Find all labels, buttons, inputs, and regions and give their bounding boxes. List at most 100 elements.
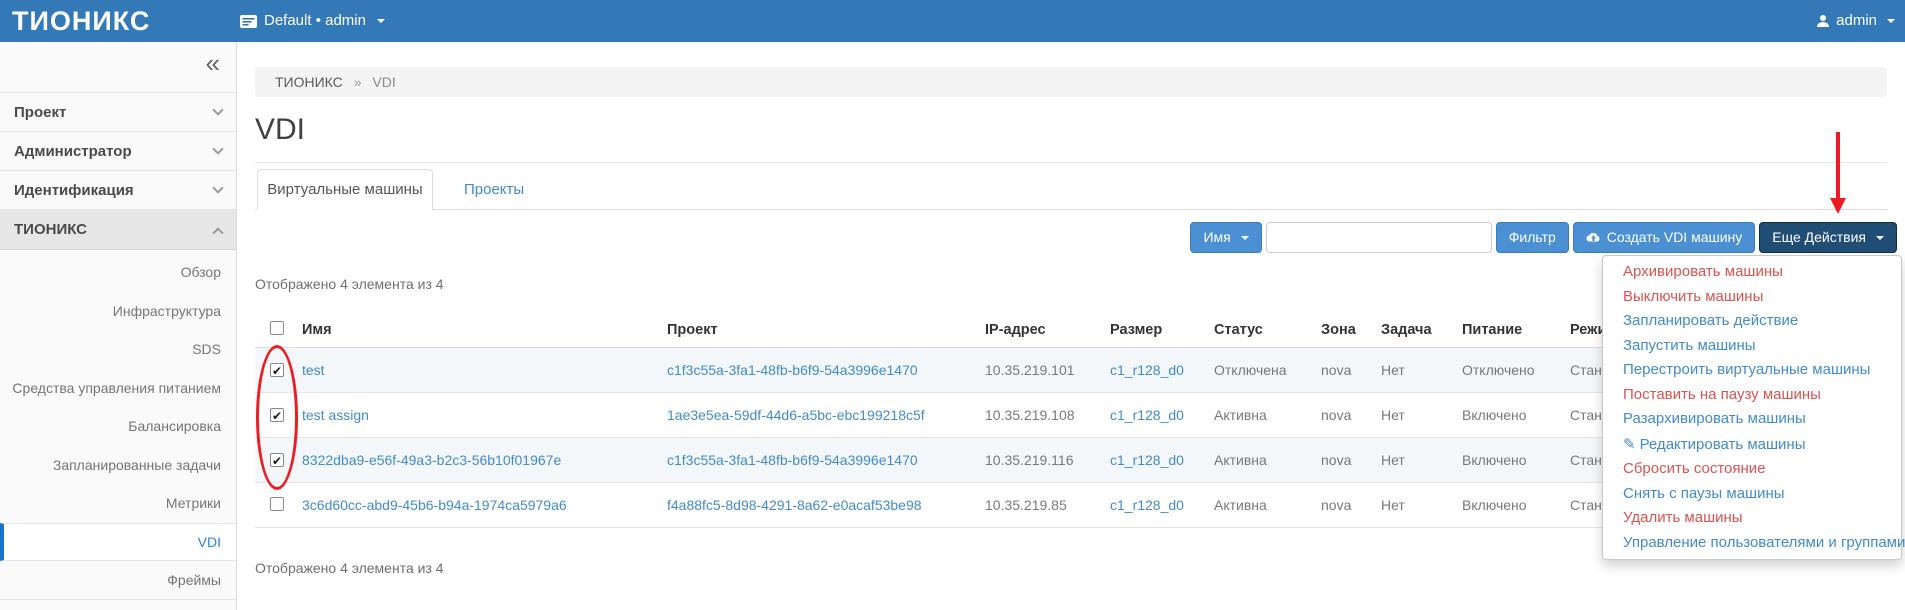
sidebar-item-power-management[interactable]: Средства управления питанием bbox=[0, 369, 236, 408]
sidebar-section-tionix[interactable]: ТИОНИКС bbox=[0, 210, 236, 250]
menu-item-archive[interactable]: Архивировать машины bbox=[1603, 260, 1901, 285]
filter-field-label: Имя bbox=[1203, 223, 1230, 252]
annotation-red-arrow bbox=[1836, 132, 1840, 200]
cloud-upload-icon bbox=[1586, 230, 1601, 245]
chevron-down-icon bbox=[1241, 236, 1249, 240]
vm-zone: nova bbox=[1314, 348, 1374, 393]
project-switcher[interactable]: Default • admin bbox=[240, 0, 385, 42]
user-icon bbox=[1816, 14, 1830, 28]
top-header: ТИОНИКС Default • admin admin bbox=[0, 0, 1905, 42]
row-checkbox[interactable] bbox=[270, 453, 284, 467]
create-vdi-button[interactable]: Создать VDI машину bbox=[1573, 222, 1756, 253]
collapse-sidebar-icon[interactable]: « bbox=[206, 48, 220, 78]
flavor-link[interactable]: c1_r128_d0 bbox=[1110, 407, 1184, 423]
page-title: VDI bbox=[255, 114, 305, 146]
vm-status: Отключена bbox=[1207, 348, 1314, 393]
menu-item-power-off[interactable]: Выключить машины bbox=[1603, 285, 1901, 310]
vm-task: Нет bbox=[1374, 438, 1455, 483]
sidebar-section-project[interactable]: Проект bbox=[0, 93, 236, 132]
create-vdi-label: Создать VDI машину bbox=[1607, 223, 1743, 252]
sidebar-section-label: Администратор bbox=[14, 143, 132, 160]
vm-status: Активна bbox=[1207, 393, 1314, 438]
project-card-icon bbox=[240, 15, 257, 28]
menu-item-schedule-action[interactable]: Запланировать действие bbox=[1603, 309, 1901, 334]
sidebar: « Проект Администратор Идентификация ТИО… bbox=[0, 42, 237, 610]
table-summary-top: Отображено 4 элемента из 4 bbox=[255, 276, 444, 292]
column-header-ip[interactable]: IP-адрес bbox=[978, 313, 1103, 348]
user-menu-label: admin bbox=[1836, 0, 1877, 42]
row-checkbox[interactable] bbox=[270, 497, 284, 511]
app-logo[interactable]: ТИОНИКС bbox=[12, 0, 150, 42]
flavor-link[interactable]: c1_r128_d0 bbox=[1110, 452, 1184, 468]
project-link[interactable]: c1f3c55a-3fa1-48fb-b6f9-54a3996e1470 bbox=[667, 362, 918, 378]
vm-name-link[interactable]: 3c6d60cc-abd9-45b6-b94a-1974ca5979a6 bbox=[302, 497, 567, 513]
filter-field-dropdown[interactable]: Имя bbox=[1190, 222, 1261, 253]
sidebar-item-metrics[interactable]: Метрики bbox=[0, 484, 236, 523]
sidebar-item-balancing[interactable]: Балансировка bbox=[0, 407, 236, 446]
vm-name-link[interactable]: test bbox=[302, 362, 325, 378]
menu-item-manage-users-groups[interactable]: Управление пользователями и группами bbox=[1603, 531, 1901, 556]
sidebar-collapse-row: « bbox=[0, 42, 236, 93]
vm-task: Нет bbox=[1374, 348, 1455, 393]
filter-button[interactable]: Фильтр bbox=[1496, 222, 1569, 253]
vm-zone: nova bbox=[1314, 393, 1374, 438]
more-actions-label: Еще Действия bbox=[1772, 223, 1866, 252]
vm-name-link[interactable]: test assign bbox=[302, 407, 369, 423]
vm-zone: nova bbox=[1314, 438, 1374, 483]
menu-item-delete[interactable]: Удалить машины bbox=[1603, 506, 1901, 531]
user-menu[interactable]: admin bbox=[1816, 0, 1895, 42]
menu-item-edit[interactable]: ✎Редактировать машины bbox=[1603, 432, 1901, 458]
vm-ip: 10.35.219.108 bbox=[978, 393, 1103, 438]
chevron-down-icon bbox=[1876, 236, 1884, 240]
more-actions-menu: Архивировать машины Выключить машины Зап… bbox=[1602, 255, 1902, 560]
row-checkbox[interactable] bbox=[270, 408, 284, 422]
menu-item-edit-label: Редактировать машины bbox=[1640, 436, 1806, 453]
menu-item-pause[interactable]: Поставить на паузу машины bbox=[1603, 383, 1901, 408]
tab-projects[interactable]: Проекты bbox=[449, 169, 539, 210]
column-header-status[interactable]: Статус bbox=[1207, 313, 1314, 348]
menu-item-rebuild[interactable]: Перестроить виртуальные машины bbox=[1603, 358, 1901, 383]
sidebar-item-vdi[interactable]: VDI bbox=[0, 523, 236, 562]
vm-power: Включено bbox=[1455, 483, 1563, 528]
annotation-red-arrow-head bbox=[1830, 198, 1846, 214]
column-header-power[interactable]: Питание bbox=[1455, 313, 1563, 348]
menu-item-unarchive[interactable]: Разархивировать машины bbox=[1603, 407, 1901, 432]
sidebar-item-overview[interactable]: Обзор bbox=[0, 253, 236, 292]
flavor-link[interactable]: c1_r128_d0 bbox=[1110, 362, 1184, 378]
menu-item-unpause[interactable]: Снять с паузы машины bbox=[1603, 482, 1901, 507]
column-header-project[interactable]: Проект bbox=[660, 313, 978, 348]
menu-item-start[interactable]: Запустить машины bbox=[1603, 334, 1901, 359]
vm-status: Активна bbox=[1207, 483, 1314, 528]
menu-item-reset-state[interactable]: Сбросить состояние bbox=[1603, 457, 1901, 482]
sidebar-item-infrastructure[interactable]: Инфраструктура bbox=[0, 292, 236, 331]
sidebar-section-administrator[interactable]: Администратор bbox=[0, 132, 236, 171]
sidebar-item-scheduled-tasks[interactable]: Запланированные задачи bbox=[0, 446, 236, 485]
vm-zone: nova bbox=[1314, 483, 1374, 528]
vm-name-link[interactable]: 8322dba9-e56f-49a3-b2c3-56b10f01967e bbox=[302, 452, 561, 468]
vm-power: Включено bbox=[1455, 438, 1563, 483]
vm-power: Включено bbox=[1455, 393, 1563, 438]
vm-ip: 10.35.219.116 bbox=[978, 438, 1103, 483]
sidebar-item-sds[interactable]: SDS bbox=[0, 330, 236, 369]
column-header-size[interactable]: Размер bbox=[1103, 313, 1207, 348]
tab-virtual-machines[interactable]: Виртуальные машины bbox=[257, 169, 433, 210]
project-link[interactable]: f4a88fc5-8d98-4291-8a62-e0acaf53be98 bbox=[667, 497, 922, 513]
vm-task: Нет bbox=[1374, 483, 1455, 528]
project-link[interactable]: 1ae3e5ea-59df-44d6-a5bc-ebc199218c5f bbox=[667, 407, 925, 423]
row-checkbox[interactable] bbox=[270, 363, 284, 377]
project-link[interactable]: c1f3c55a-3fa1-48fb-b6f9-54a3996e1470 bbox=[667, 452, 918, 468]
search-input[interactable] bbox=[1266, 222, 1492, 253]
flavor-link[interactable]: c1_r128_d0 bbox=[1110, 497, 1184, 513]
more-actions-button[interactable]: Еще Действия bbox=[1759, 222, 1897, 253]
column-header-name[interactable]: Имя bbox=[295, 313, 660, 348]
sidebar-section-identity[interactable]: Идентификация bbox=[0, 171, 236, 210]
column-header-zone[interactable]: Зона bbox=[1314, 313, 1374, 348]
vm-ip: 10.35.219.101 bbox=[978, 348, 1103, 393]
sidebar-item-frames[interactable]: Фреймы bbox=[0, 561, 236, 600]
sidebar-section-label: Проект bbox=[14, 104, 66, 121]
select-all-checkbox[interactable] bbox=[270, 321, 284, 335]
breadcrumb-root: ТИОНИКС bbox=[275, 74, 343, 90]
column-header-task[interactable]: Задача bbox=[1374, 313, 1455, 348]
vm-task: Нет bbox=[1374, 393, 1455, 438]
vm-ip: 10.35.219.85 bbox=[978, 483, 1103, 528]
